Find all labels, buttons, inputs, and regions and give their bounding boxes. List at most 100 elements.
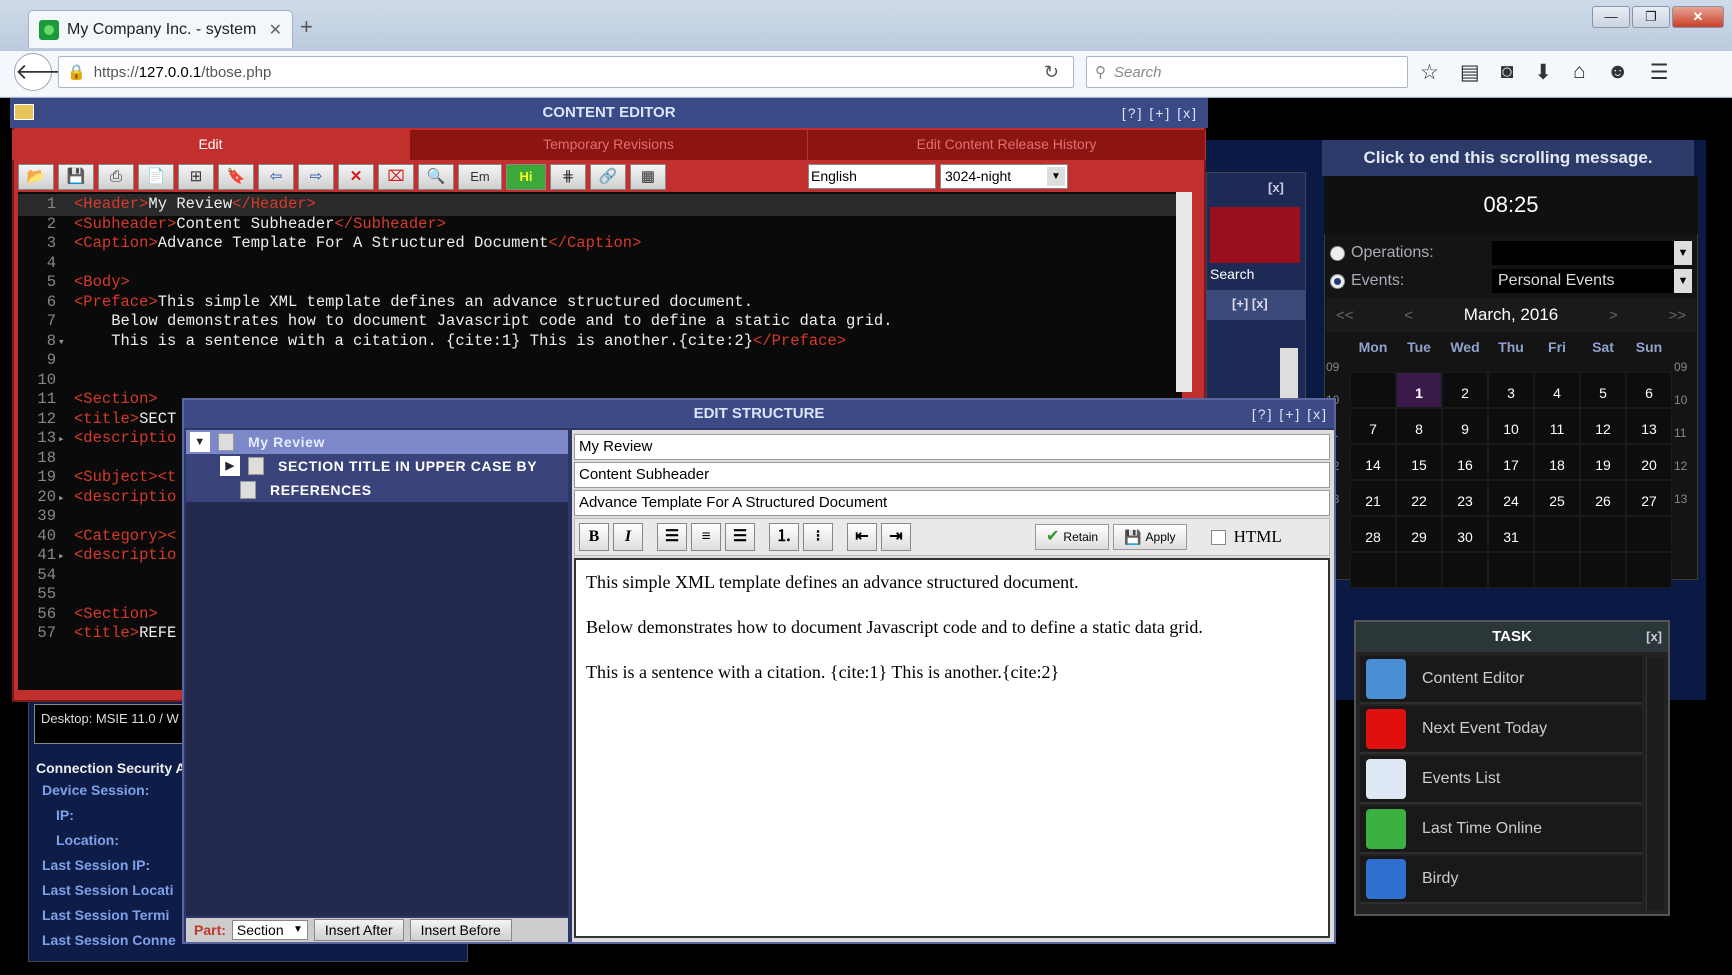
calendar-day[interactable]: 8 (1396, 408, 1442, 444)
edit-structure-controls[interactable]: [?] [+] [x] (1252, 400, 1328, 428)
calendar-day[interactable]: 25 (1534, 480, 1580, 516)
link-icon[interactable]: 🔗 (590, 164, 626, 190)
insert-after-button[interactable]: Insert After (313, 919, 404, 941)
back-button[interactable]: 🡐 (14, 53, 74, 91)
align-center-icon[interactable]: ≡ (691, 523, 721, 551)
calendar-day[interactable]: 10 (1488, 408, 1534, 444)
retain-button[interactable]: ✔ Retain (1035, 524, 1110, 550)
side-panel-search-label[interactable]: Search (1210, 266, 1254, 282)
save-icon[interactable]: 💾 (58, 164, 94, 190)
bookmark-icon[interactable]: 🔖 (218, 164, 254, 190)
calendar-day[interactable]: 16 (1442, 444, 1488, 480)
align-right-icon[interactable]: ☰ (725, 523, 755, 551)
reload-icon[interactable]: ↻ (1044, 62, 1059, 83)
expand-icon[interactable]: ▶ (220, 456, 240, 476)
highlight-button[interactable]: Hi (506, 164, 546, 190)
next-year-button[interactable]: >> (1668, 307, 1686, 324)
numbered-list-icon[interactable]: ⒈ (769, 523, 799, 551)
task-item[interactable]: Content Editor (1360, 656, 1642, 704)
subheader-field[interactable]: Content Subheader (574, 462, 1330, 488)
calendar-day[interactable]: 6 (1626, 372, 1672, 408)
outdent-icon[interactable]: ⇤ (847, 523, 877, 551)
chat-icon[interactable]: ☻ (1607, 60, 1629, 84)
calendar-day[interactable]: 17 (1488, 444, 1534, 480)
task-item[interactable]: Next Event Today (1360, 706, 1642, 754)
calendar-day[interactable]: 27 (1626, 480, 1672, 516)
task-item[interactable]: Events List (1360, 756, 1642, 804)
minimize-button[interactable]: — (1592, 6, 1630, 28)
document-icon[interactable]: 📄 (138, 164, 174, 190)
calendar-day[interactable]: 28 (1350, 516, 1396, 552)
code-scrollbar[interactable] (1176, 192, 1192, 392)
print-icon[interactable]: ⎙ (98, 164, 134, 190)
download-icon[interactable]: ⬇ (1534, 60, 1552, 85)
header-field[interactable]: My Review (574, 434, 1330, 460)
calendar-day[interactable]: 15 (1396, 444, 1442, 480)
calendar-day[interactable]: 7 (1350, 408, 1396, 444)
calendar-day[interactable]: 26 (1580, 480, 1626, 516)
side-panel-scrollbar[interactable] (1280, 348, 1298, 404)
structure-tree-icon[interactable]: ⊞ (178, 164, 214, 190)
menu-icon[interactable]: ☰ (1650, 60, 1669, 85)
tab-temporary-revisions[interactable]: Temporary Revisions (410, 130, 808, 160)
strike-icon[interactable]: ⋕ (550, 164, 586, 190)
calendar-day[interactable]: 23 (1442, 480, 1488, 516)
prev-year-button[interactable]: << (1336, 307, 1354, 324)
edit-structure-titlebar[interactable]: EDIT STRUCTURE [?] [+] [x] (184, 400, 1334, 428)
redo-arrow-icon[interactable]: ⇨ (298, 164, 334, 190)
tree-node[interactable]: REFERENCES (186, 478, 568, 502)
tab-release-history[interactable]: Edit Content Release History (808, 130, 1206, 160)
calendar-day[interactable]: 18 (1534, 444, 1580, 480)
caption-field[interactable]: Advance Template For A Structured Docume… (574, 490, 1330, 516)
operations-radio[interactable] (1330, 245, 1345, 261)
maximize-button[interactable]: ❐ (1632, 6, 1670, 28)
table-grid-icon[interactable]: ▦ (630, 164, 666, 190)
scrolling-message[interactable]: Click to end this scrolling message. (1322, 140, 1694, 176)
calendar-day[interactable]: 11 (1534, 408, 1580, 444)
calendar-day[interactable]: 29 (1396, 516, 1442, 552)
browser-tab[interactable]: My Company Inc. - system ✕ (28, 10, 293, 48)
insert-before-button[interactable]: Insert Before (409, 919, 512, 941)
calendar-day[interactable]: 13 (1626, 408, 1672, 444)
events-radio[interactable] (1330, 273, 1345, 289)
calendar-day[interactable]: 24 (1488, 480, 1534, 516)
calendar-day[interactable]: 12 (1580, 408, 1626, 444)
rich-text-body[interactable]: This simple XML template defines an adva… (574, 558, 1330, 938)
search-input[interactable]: ⚲ Search (1086, 56, 1408, 88)
calendar-day[interactable]: 5 (1580, 372, 1626, 408)
side-panel-controls[interactable]: [+] [x] (1206, 290, 1306, 320)
align-left-icon[interactable]: ☰ (657, 523, 687, 551)
language-input[interactable]: English (808, 164, 936, 189)
close-window-button[interactable]: ✕ (1672, 6, 1724, 28)
calendar-day[interactable]: 31 (1488, 516, 1534, 552)
open-folder-icon[interactable]: 📂 (18, 164, 54, 190)
delete-icon[interactable]: ✕ (338, 164, 374, 190)
html-checkbox[interactable]: HTML (1210, 527, 1282, 547)
next-month-button[interactable]: > (1609, 307, 1618, 324)
side-panel-close[interactable]: [x] (1268, 180, 1284, 195)
calendar-day[interactable]: 21 (1350, 480, 1396, 516)
task-panel-close[interactable]: [x] (1646, 622, 1662, 652)
italic-button[interactable]: I (613, 523, 643, 551)
calendar-day[interactable]: 30 (1442, 516, 1488, 552)
tree-node[interactable]: ▶ SECTION TITLE IN UPPER CASE BY (186, 454, 568, 478)
calendar-day[interactable]: 22 (1396, 480, 1442, 516)
calendar-day[interactable]: 1 (1396, 372, 1442, 408)
close-tab-icon[interactable]: ✕ (269, 20, 282, 40)
calendar-day[interactable]: 9 (1442, 408, 1488, 444)
calendar-day[interactable]: 4 (1534, 372, 1580, 408)
undo-arrow-icon[interactable]: ⇦ (258, 164, 294, 190)
events-select[interactable]: Personal Events ▼ (1492, 269, 1692, 293)
tree-node[interactable]: ▼ My Review (186, 430, 568, 454)
tab-edit[interactable]: Edit (12, 130, 410, 160)
calendar-day[interactable]: 20 (1626, 444, 1672, 480)
checkbox-box[interactable] (1210, 529, 1226, 545)
star-icon[interactable]: ☆ (1420, 60, 1439, 85)
task-scrollbar[interactable] (1646, 658, 1664, 910)
bookmarks-icon[interactable]: ▤ (1460, 60, 1480, 85)
calendar-day[interactable]: 14 (1350, 444, 1396, 480)
indent-icon[interactable]: ⇥ (881, 523, 911, 551)
task-item[interactable]: Birdy (1360, 856, 1642, 904)
apply-button[interactable]: 💾 Apply (1113, 524, 1187, 550)
clear-format-icon[interactable]: ⌧ (378, 164, 414, 190)
